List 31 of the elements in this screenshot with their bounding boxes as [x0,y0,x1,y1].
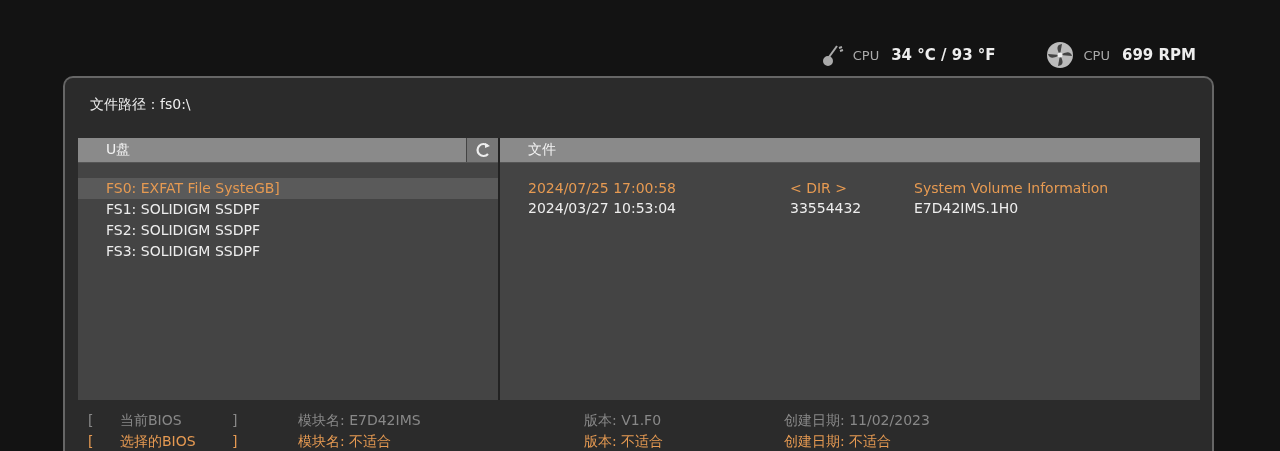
bracket: [ [87,411,95,430]
refresh-button[interactable] [466,138,498,162]
module-name: 模块名: 不适合 [298,432,393,451]
bios-label: 选择的BIOS [120,432,197,451]
bracket: ] [232,432,239,451]
file-size[interactable]: 33554432 [784,198,914,218]
bios-label: 当前BIOS [120,411,183,430]
file-date[interactable]: 2024/07/25 17:00:58 [528,178,784,198]
bracket: ] [232,411,239,430]
build-date: 创建日期: 不适合 [784,432,892,451]
sensor-value: 699 RPM [1122,46,1196,64]
file-size[interactable]: < DIR > [784,178,914,198]
bios-version: 版本: 不适合 [584,432,665,451]
column-header: U盘 [105,141,132,159]
column-header: 文件 [527,141,557,159]
sensor-label: CPU [1083,47,1110,63]
module-name: 模块名: E7D42IMS [298,411,422,430]
path-label: 文件路径： [90,96,160,114]
drive-item[interactable]: FS2: SOLIDIGM SSDPF [78,220,498,241]
bracket: [ [87,432,95,451]
sensor-label: CPU [852,47,880,63]
build-date: 创建日期: 11/02/2023 [784,411,930,430]
path-value: fs0:\ [160,96,191,114]
file-name[interactable]: E7D42IMS.1H0 [914,198,1019,218]
sensor-value: 34 °C / 93 °F [891,46,996,64]
bios-version: 版本: V1.F0 [584,411,663,430]
drive-item[interactable]: FS3: SOLIDIGM SSDPF [78,241,498,262]
drive-item[interactable]: FS1: SOLIDIGM SSDPF [78,199,498,220]
thermometer-icon [822,43,845,67]
file-date[interactable]: 2024/03/27 10:53:04 [528,198,784,218]
file-name[interactable]: System Volume Information [914,178,1109,198]
